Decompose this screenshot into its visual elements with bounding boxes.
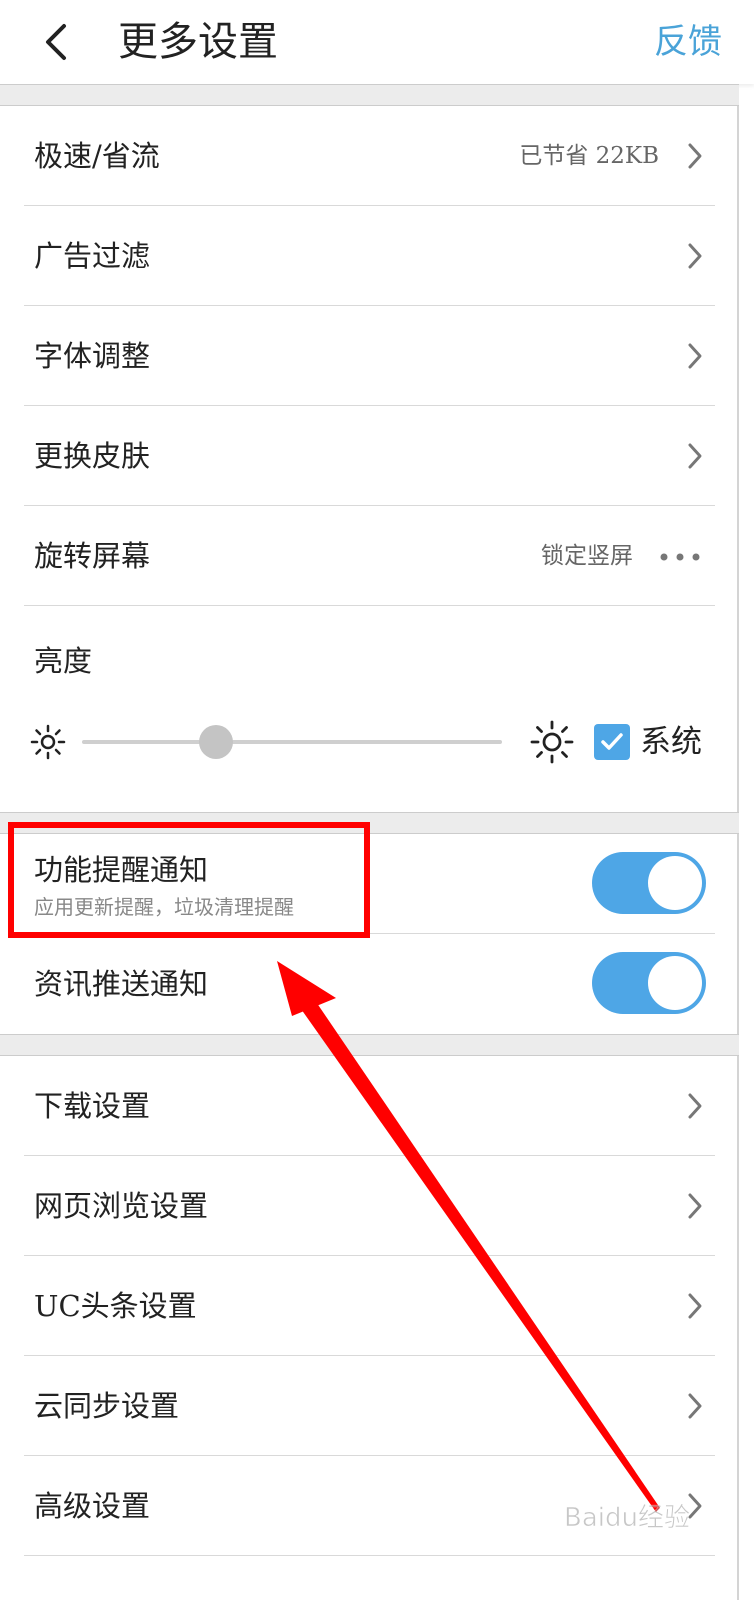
feature-notification-toggle[interactable] (592, 852, 706, 914)
toggle-knob (648, 856, 702, 910)
page-title: 更多设置 (118, 19, 278, 65)
sun-small-icon (30, 724, 66, 760)
system-brightness-checkbox[interactable] (594, 724, 630, 760)
chevron-right-icon (685, 1192, 705, 1220)
row-skin[interactable]: 更换皮肤 (0, 406, 739, 506)
checkmark-icon (601, 733, 623, 750)
back-button[interactable] (30, 12, 84, 72)
row-label: 高级设置 (34, 1489, 151, 1523)
row-label: 字体调整 (34, 339, 151, 373)
brightness-label: 亮度 (34, 644, 93, 678)
row-rotate-screen[interactable]: 旋转屏幕 锁定竖屏 (0, 506, 739, 606)
watermark-text: Baidu经验 (564, 1503, 690, 1533)
row-label: UC头条设置 (34, 1289, 197, 1323)
chevron-right-icon (685, 1392, 705, 1420)
row-label: 广告过滤 (34, 239, 151, 273)
brightness-slider[interactable] (82, 740, 502, 744)
chevron-left-icon (46, 24, 66, 60)
feedback-link[interactable]: 反馈 (654, 12, 722, 72)
chevron-right-icon (685, 1092, 705, 1120)
rotation-value: 锁定竖屏 (541, 543, 633, 569)
chevron-right-icon (685, 442, 705, 470)
row-label: 下载设置 (34, 1089, 151, 1123)
row-uc-headline-settings[interactable]: UC头条设置 (0, 1256, 739, 1356)
chevron-right-icon (685, 342, 705, 370)
row-label: 云同步设置 (34, 1389, 180, 1423)
top-bar: 更多设置 反馈 (0, 0, 754, 84)
row-label: 更换皮肤 (34, 439, 151, 473)
chevron-right-icon (685, 1292, 705, 1320)
row-cloud-sync-settings[interactable]: 云同步设置 (0, 1356, 739, 1456)
sun-large-icon (530, 720, 574, 764)
row-font-adjust[interactable]: 字体调整 (0, 306, 739, 406)
chevron-right-icon (685, 242, 705, 270)
row-browse-settings[interactable]: 网页浏览设置 (0, 1156, 739, 1256)
news-notification-toggle[interactable] (592, 952, 706, 1014)
brightness-slider-thumb[interactable] (199, 725, 234, 759)
row-speed-saver[interactable]: 极速/省流 已节省 22KB (0, 106, 739, 206)
group-separator (0, 84, 739, 106)
row-label: 极速/省流 (34, 139, 160, 173)
row-ad-filter[interactable]: 广告过滤 (0, 206, 739, 306)
toggle-knob (648, 956, 702, 1010)
baidu-jingyan-watermark: Baidu经验 (560, 1488, 710, 1548)
news-notification-title: 资讯推送通知 (34, 967, 209, 1001)
group-separator (0, 1034, 739, 1056)
row-download-settings[interactable]: 下载设置 (0, 1056, 739, 1156)
system-brightness-label: 系统 (640, 724, 702, 760)
row-news-notification: 资讯推送通知 (0, 934, 739, 1034)
saved-data-value: 已节省 22KB (519, 143, 659, 169)
more-dots-icon (659, 552, 701, 562)
settings-screen: 更多设置 反馈 极速/省流 已节省 22KB 广告过滤 字体调整 更换皮肤 旋转… (0, 0, 754, 1600)
row-divider (24, 1555, 715, 1556)
brightness-section: 亮度 系统 (0, 606, 739, 812)
annotation-highlight-box (8, 822, 370, 938)
chevron-right-icon (685, 142, 705, 170)
row-label: 网页浏览设置 (34, 1189, 209, 1223)
row-label: 旋转屏幕 (34, 539, 151, 573)
